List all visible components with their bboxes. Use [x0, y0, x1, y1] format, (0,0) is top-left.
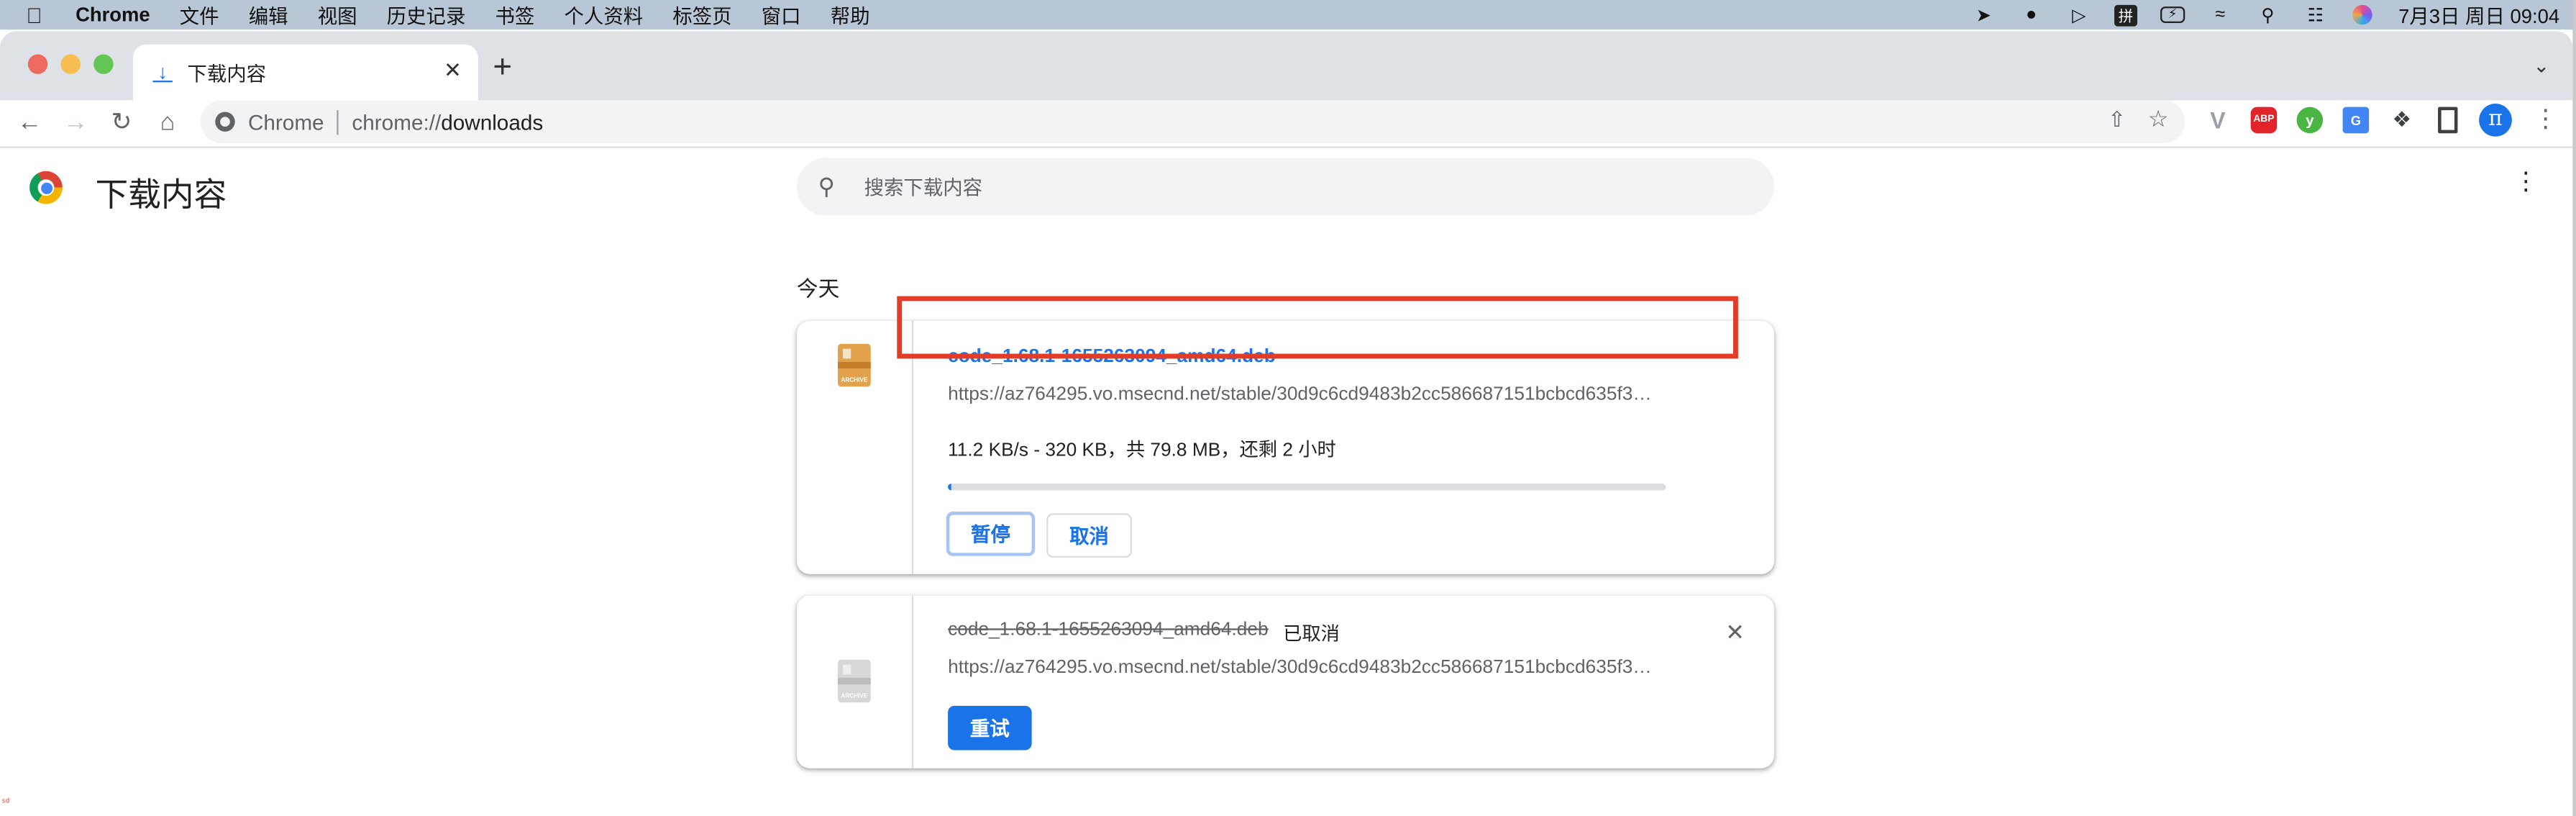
reload-icon[interactable]: ↻	[106, 107, 136, 140]
home-icon[interactable]: ⌂	[152, 107, 182, 140]
tab-downloads[interactable]: ↓ 下载内容 ✕	[133, 44, 478, 101]
file-icon-column: ARCHIVE	[797, 320, 914, 574]
spotlight-search-icon[interactable]: ⚲	[2255, 4, 2280, 25]
play-circle-icon[interactable]: ▷	[2067, 4, 2091, 25]
screen:  Chrome 文件 编辑 视图 历史记录 书签 个人资料 标签页 窗口 帮助…	[0, 0, 2576, 816]
extensions-puzzle-icon[interactable]: ❖	[2389, 107, 2416, 134]
forward-arrow-icon[interactable]: →	[61, 107, 91, 140]
menu-edit[interactable]: 编辑	[249, 1, 288, 29]
menu-history[interactable]: 历史记录	[387, 1, 466, 29]
new-tab-button[interactable]: +	[493, 51, 512, 84]
progress-fill	[948, 484, 951, 491]
siri-icon[interactable]	[2351, 4, 2375, 26]
archive-file-icon: ARCHIVE	[838, 343, 871, 387]
omnibox-divider	[337, 109, 339, 135]
tab-strip: ↓ 下载内容 ✕ + ⌄	[0, 31, 2573, 101]
bookmark-star-icon[interactable]: ☆	[2148, 105, 2169, 133]
date-group-label: 今天	[796, 276, 840, 302]
share-icon[interactable]: ⇧	[2108, 107, 2126, 134]
status-area: ➤ ● ▷ 拼 ⚡ ≈ ⚲ ☷ 7月3日 周日 09:04	[1971, 0, 2559, 30]
page-title: 下载内容	[95, 177, 227, 214]
pause-button[interactable]: 暂停	[946, 512, 1036, 556]
archive-file-icon: ARCHIVE	[838, 659, 871, 703]
retry-button[interactable]: 重试	[948, 705, 1032, 751]
download-item-active: ARCHIVE code_1.68.1-1655263094_amd64.deb…	[796, 320, 1775, 574]
site-label: Chrome	[247, 109, 324, 135]
corner-annotation-text: sd	[1, 796, 10, 805]
menu-window[interactable]: 窗口	[762, 1, 801, 29]
address-bar[interactable]: Chrome chrome://downloads ⇧ ☆	[200, 100, 2186, 143]
browser-toolbar: ← → ↻ ⌂ Chrome chrome://downloads ⇧ ☆ V …	[0, 100, 2573, 148]
tab-search-chevron-icon[interactable]: ⌄	[2533, 54, 2549, 77]
chrome-site-icon	[215, 112, 235, 132]
minimize-window-button[interactable]	[60, 54, 81, 74]
search-downloads-input[interactable]: ⚲ 搜索下载内容	[796, 158, 1775, 216]
paper-plane-icon[interactable]: ➤	[1971, 4, 1996, 25]
control-center-icon[interactable]: ☷	[2303, 4, 2328, 25]
vue-devtools-icon[interactable]: V	[2205, 107, 2232, 134]
url-path: downloads	[441, 109, 544, 135]
window-controls	[27, 54, 114, 74]
download-icon: ↓	[152, 63, 173, 82]
wechat-icon[interactable]: ●	[2019, 4, 2043, 26]
macos-menubar:  Chrome 文件 编辑 视图 历史记录 书签 个人资料 标签页 窗口 帮助…	[0, 0, 2576, 30]
google-translate-icon[interactable]: G	[2342, 106, 2370, 134]
page-more-menu-icon[interactable]: ⋮	[2513, 169, 2538, 194]
maximize-window-button[interactable]	[93, 54, 114, 74]
back-arrow-icon[interactable]: ←	[15, 107, 45, 140]
menu-app-name[interactable]: Chrome	[76, 4, 150, 27]
battery-charging-icon[interactable]: ⚡	[2160, 4, 2186, 26]
chrome-window: ↓ 下载内容 ✕ + ⌄ ← → ↻ ⌂ Chrome chrome://dow…	[0, 31, 2573, 816]
menu-profiles[interactable]: 个人资料	[565, 1, 644, 29]
file-icon-column: ARCHIVE	[797, 595, 914, 769]
window-edge	[2572, 0, 2576, 816]
menu-file[interactable]: 文件	[180, 1, 219, 29]
close-tab-icon[interactable]: ✕	[444, 58, 462, 84]
chrome-menu-icon[interactable]: ⋮	[2534, 106, 2558, 134]
apple-menu-icon[interactable]: 	[27, 2, 53, 27]
cancelled-status-label: 已取消	[1283, 625, 1340, 645]
download-item-cancelled: ARCHIVE code_1.68.1-1655263094_amd64.deb…	[796, 595, 1775, 769]
menu-help[interactable]: 帮助	[831, 1, 870, 29]
pinyin-input-icon[interactable]: 拼	[2114, 4, 2137, 26]
cancel-button[interactable]: 取消	[1046, 513, 1132, 558]
close-window-button[interactable]	[27, 54, 48, 74]
url-text[interactable]: chrome://downloads	[352, 109, 543, 134]
profile-avatar[interactable]: π	[2479, 104, 2512, 137]
source-url[interactable]: https://az764295.vo.msecnd.net/stable/30…	[948, 385, 1652, 404]
adblock-plus-icon[interactable]: ABP	[2250, 106, 2278, 134]
download-status-text: 11.2 KB/s - 320 KB，共 79.8 MB，还剩 2 小时	[948, 440, 1336, 461]
menubar-clock[interactable]: 7月3日 周日 09:04	[2398, 1, 2559, 29]
search-placeholder: 搜索下载内容	[864, 176, 983, 199]
menu-view[interactable]: 视图	[318, 1, 357, 29]
wifi-icon[interactable]: ≈	[2208, 4, 2232, 26]
search-icon: ⚲	[818, 173, 836, 199]
source-url[interactable]: https://az764295.vo.msecnd.net/stable/30…	[948, 658, 1652, 678]
menu-tabs[interactable]: 标签页	[672, 1, 731, 29]
downloads-page: 下载内容 ⚲ 搜索下载内容 ⋮ 今天 ARCHIVE code_1.68.1-1…	[0, 148, 2573, 816]
annotation-highlight-box	[897, 296, 1738, 359]
download-progress-bar	[948, 484, 1666, 491]
y-extension-icon[interactable]: y	[2296, 106, 2324, 134]
chrome-logo-icon	[29, 171, 63, 204]
tab-title: 下载内容	[187, 61, 267, 85]
side-panel-icon[interactable]	[2434, 106, 2461, 134]
url-prefix: chrome://	[352, 109, 442, 135]
remove-from-list-icon[interactable]: ✕	[1725, 619, 1745, 647]
file-name: code_1.68.1-1655263094_amd64.deb	[948, 620, 1269, 640]
menu-bookmarks[interactable]: 书签	[495, 1, 535, 29]
